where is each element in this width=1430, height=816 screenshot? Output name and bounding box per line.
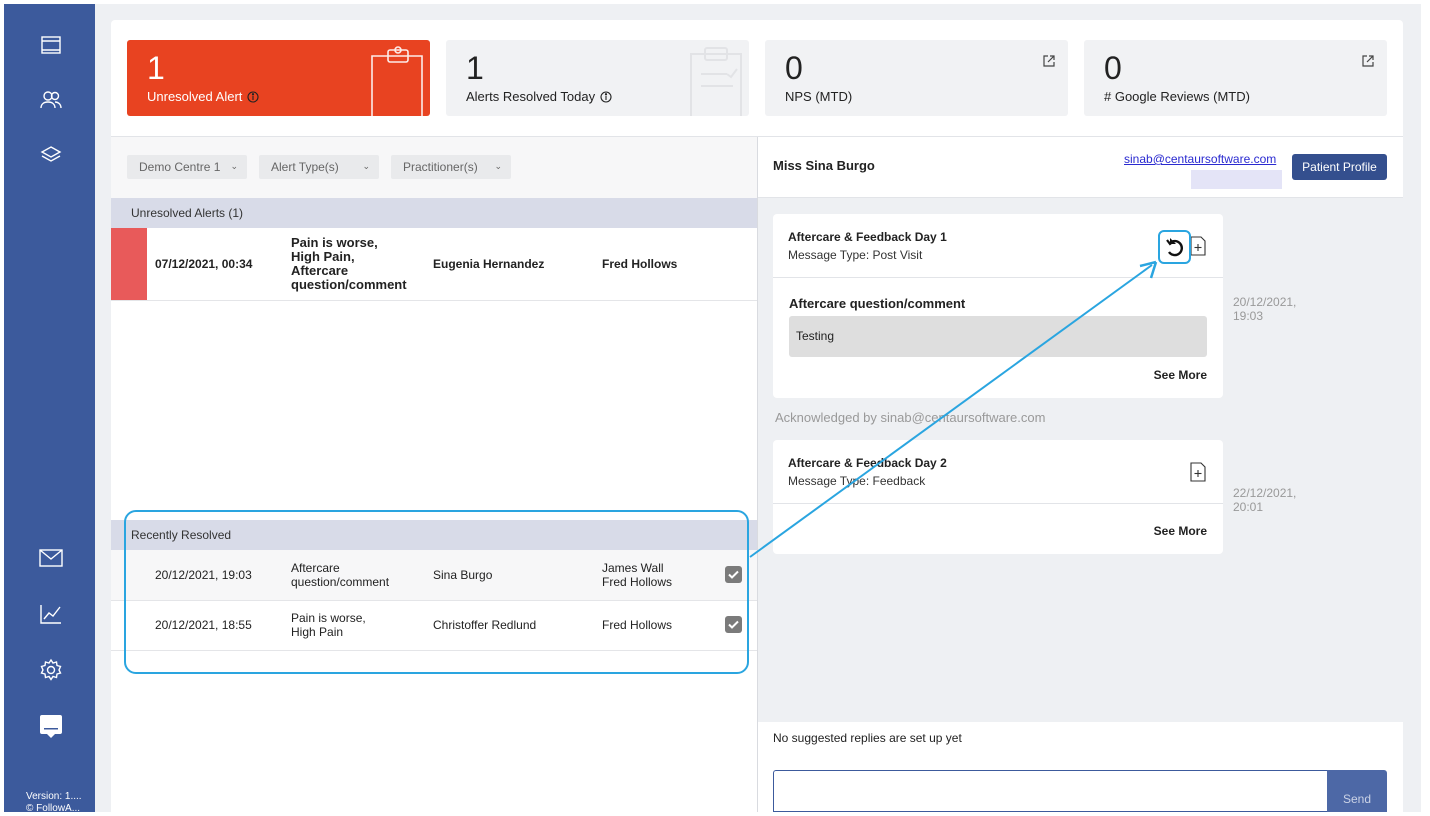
info-icon[interactable] bbox=[247, 91, 259, 103]
external-link-icon[interactable] bbox=[1361, 54, 1375, 68]
kpi-value: 0 bbox=[785, 50, 803, 86]
chevron-down-icon: ⌄ bbox=[230, 161, 238, 171]
kpi-label: NPS (MTD) bbox=[785, 89, 853, 104]
mail-icon[interactable] bbox=[38, 545, 64, 571]
analytics-icon[interactable] bbox=[38, 601, 64, 627]
message-title: Aftercare & Feedback Day 2 bbox=[788, 456, 947, 470]
alert-practitioner: Fred Hollows bbox=[602, 257, 678, 271]
filter-alert-type[interactable]: Alert Type(s) ⌄ bbox=[259, 155, 379, 179]
divider bbox=[773, 503, 1223, 504]
patients-icon[interactable] bbox=[38, 87, 64, 113]
message-time: 20/12/2021, 19:03 bbox=[1233, 295, 1297, 323]
kpi-unresolved-alerts[interactable]: 1 Unresolved Alert bbox=[127, 40, 430, 116]
kpi-google-reviews[interactable]: 0 # Google Reviews (MTD) bbox=[1084, 40, 1387, 116]
version-text: Version: 1.... © FollowA... bbox=[26, 791, 82, 814]
unacknowledge-button[interactable] bbox=[1158, 230, 1191, 264]
alert-date: 07/12/2021, 00:34 bbox=[155, 257, 253, 271]
undo-icon bbox=[1165, 238, 1183, 257]
message-title: Aftercare & Feedback Day 1 bbox=[788, 230, 947, 244]
alert-patient: Eugenia Hernandez bbox=[433, 257, 545, 271]
kpi-value: 1 bbox=[466, 50, 484, 86]
kpi-label: # Google Reviews (MTD) bbox=[1104, 89, 1250, 104]
kpi-value: 0 bbox=[1104, 50, 1122, 86]
acknowledged-text: Acknowledged by sinab@centaursoftware.co… bbox=[775, 410, 1046, 425]
filter-centre[interactable]: Demo Centre 1 ⌄ bbox=[127, 155, 247, 179]
message-type: Message Type: Post Visit bbox=[788, 248, 923, 262]
settings-icon[interactable] bbox=[38, 657, 64, 683]
kpi-nps[interactable]: 0 NPS (MTD) bbox=[765, 40, 1068, 116]
chat-icon[interactable] bbox=[38, 713, 64, 739]
divider bbox=[773, 277, 1223, 278]
kpi-alerts-resolved-today[interactable]: 1 Alerts Resolved Today bbox=[446, 40, 749, 116]
filter-practitioner[interactable]: Practitioner(s) ⌄ bbox=[391, 155, 511, 179]
message-card: Aftercare & Feedback Day 1 Message Type:… bbox=[773, 214, 1223, 398]
layers-icon[interactable] bbox=[38, 142, 64, 168]
unresolved-alerts-header: Unresolved Alerts (1) bbox=[111, 198, 757, 228]
message-type: Message Type: Feedback bbox=[788, 474, 926, 488]
reply-input[interactable] bbox=[773, 770, 1327, 812]
patient-name: Miss Sina Burgo bbox=[773, 158, 875, 173]
alert-row[interactable]: 07/12/2021, 00:34 Pain is worse, High Pa… bbox=[111, 228, 757, 301]
send-button[interactable]: Send bbox=[1327, 770, 1387, 812]
kpi-value: 1 bbox=[147, 50, 165, 86]
external-link-icon[interactable] bbox=[1042, 54, 1056, 68]
add-note-icon[interactable] bbox=[1190, 236, 1206, 256]
message-card: Aftercare & Feedback Day 2 Message Type:… bbox=[773, 440, 1223, 554]
recently-resolved-highlight bbox=[124, 510, 749, 674]
message-answer: Testing bbox=[789, 316, 1207, 357]
see-more-link[interactable]: See More bbox=[1154, 368, 1207, 382]
chevron-down-icon: ⌄ bbox=[362, 161, 370, 171]
alert-type: Pain is worse, High Pain, Aftercare ques… bbox=[291, 235, 407, 292]
redacted-field bbox=[1191, 170, 1282, 189]
kpi-label: Alerts Resolved Today bbox=[466, 90, 612, 104]
alert-status-strip bbox=[111, 228, 147, 300]
patient-profile-button[interactable]: Patient Profile bbox=[1292, 154, 1387, 180]
dashboard-icon[interactable] bbox=[38, 32, 64, 58]
add-note-icon[interactable] bbox=[1190, 462, 1206, 482]
chevron-down-icon: ⌄ bbox=[494, 161, 502, 171]
message-time: 22/12/2021, 20:01 bbox=[1233, 486, 1297, 514]
kpi-label: Unresolved Alert bbox=[147, 90, 259, 104]
see-more-link[interactable]: See More bbox=[1154, 524, 1207, 538]
sidebar: Version: 1.... © FollowA... bbox=[4, 4, 95, 814]
message-question: Aftercare question/comment bbox=[789, 296, 966, 311]
patient-email-link[interactable]: sinab@centaursoftware.com bbox=[1124, 152, 1276, 166]
suggested-replies-text: No suggested replies are set up yet bbox=[773, 731, 962, 745]
info-icon[interactable] bbox=[600, 91, 612, 103]
